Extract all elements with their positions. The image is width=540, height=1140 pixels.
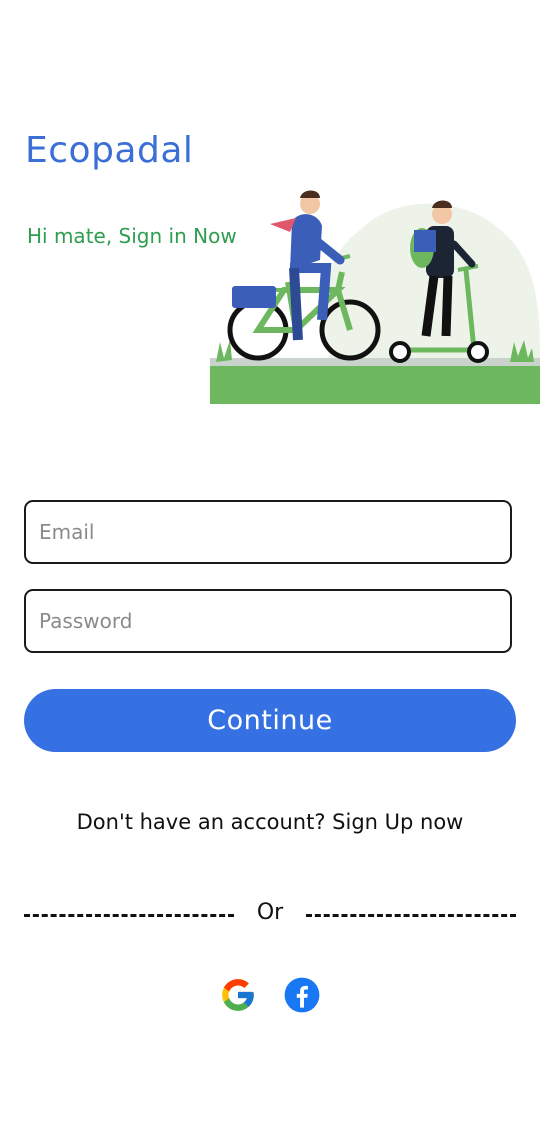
email-input[interactable] — [26, 502, 510, 562]
continue-button[interactable]: Continue — [24, 689, 516, 752]
facebook-icon[interactable] — [283, 976, 321, 1014]
signup-prompt: Don't have an account? Sign Up now — [0, 810, 540, 834]
password-input[interactable] — [26, 591, 510, 651]
signup-prompt-text: Don't have an account? — [76, 810, 333, 834]
email-field[interactable] — [24, 500, 512, 564]
app-title: Ecopadal — [25, 130, 194, 171]
or-divider: Or — [24, 900, 516, 930]
signup-link[interactable]: Sign Up now — [332, 810, 463, 834]
greeting-text: Hi mate, Sign in Now — [27, 224, 237, 248]
password-field[interactable] — [24, 589, 512, 653]
divider-label: Or — [256, 900, 284, 925]
google-icon[interactable] — [219, 976, 257, 1014]
divider-line-right — [306, 914, 516, 917]
cyclist-scooter-illustration — [210, 190, 540, 404]
